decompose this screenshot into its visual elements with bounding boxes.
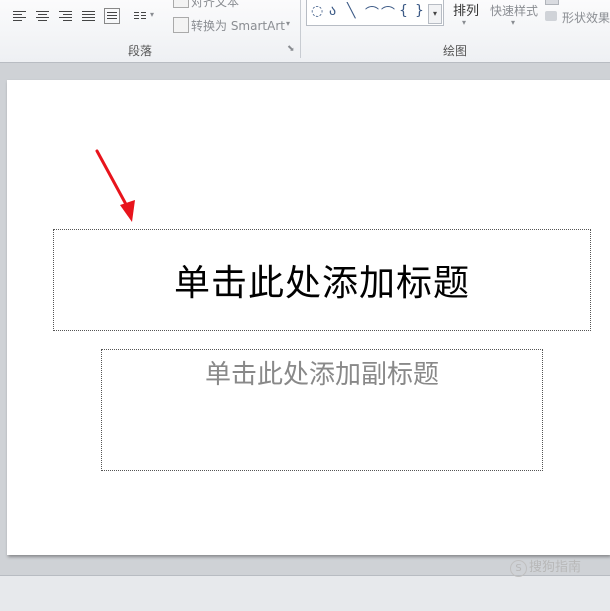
subtitle-placeholder-text: 单击此处添加副标题	[204, 360, 439, 390]
smartart-dropdown-icon[interactable]: ▾	[286, 19, 290, 28]
paragraph-dialog-launcher-icon[interactable]: ⬊	[287, 44, 295, 54]
shape-right-brace-icon[interactable]: }	[415, 3, 424, 19]
paragraph-group-label: 段落	[128, 44, 153, 58]
watermark-text: 搜狗指南	[529, 560, 582, 575]
columns-dropdown-icon[interactable]: ▾	[150, 10, 154, 19]
columns-icon[interactable]	[133, 8, 149, 24]
status-bar	[0, 575, 610, 611]
align-text-icon	[173, 0, 189, 8]
quick-styles-dropdown-icon[interactable]: ▾	[511, 18, 515, 27]
arrange-dropdown-icon[interactable]: ▾	[462, 18, 466, 27]
arrange-button[interactable]: 排列	[453, 0, 479, 19]
shape-line-icon[interactable]: ╲	[347, 3, 355, 19]
shapes-more-icon[interactable]: ▾	[428, 4, 442, 24]
align-center-icon[interactable]	[35, 8, 51, 24]
watermark-logo-icon: S	[510, 560, 527, 577]
subtitle-placeholder[interactable]: 单击此处添加副标题	[101, 349, 543, 471]
watermark: S 搜狗指南	[510, 556, 581, 577]
shape-curve-icon[interactable]: ა	[329, 3, 336, 19]
red-arrow-annotation	[95, 149, 135, 222]
convert-smartart-button[interactable]: 转换为 SmartArt	[191, 17, 285, 34]
shape-outline-icon	[545, 0, 559, 5]
align-left-icon[interactable]	[12, 8, 28, 24]
shape-effects-icon	[545, 11, 557, 21]
shapes-gallery[interactable]: ◌ ა ╲ ⌒ ⌒ { }	[306, 0, 444, 26]
quick-styles-button[interactable]: 快速样式	[490, 2, 538, 19]
distribute-icon[interactable]	[104, 8, 120, 24]
shape-arc2-icon[interactable]: ⌒	[381, 3, 395, 23]
title-placeholder-text: 单击此处添加标题	[173, 263, 470, 304]
align-right-icon[interactable]	[58, 8, 74, 24]
drawing-group-label: 绘图	[443, 44, 468, 58]
shape-arc-icon[interactable]: ⌒	[365, 3, 379, 23]
align-text-button[interactable]: 对齐文本	[191, 0, 239, 10]
title-placeholder[interactable]: 单击此处添加标题	[53, 229, 591, 331]
shape-left-brace-icon[interactable]: {	[399, 3, 408, 19]
smartart-icon	[173, 17, 189, 33]
shape-freeform-icon[interactable]: ◌	[311, 3, 323, 19]
justify-icon[interactable]	[81, 8, 97, 24]
shape-effects-button[interactable]: 形状效果	[562, 9, 610, 26]
group-divider	[300, 0, 301, 58]
ribbon: ▾ 对齐文本 转换为 SmartArt ▾ 段落 ⬊ ◌ ა ╲ ⌒ ⌒ { }…	[0, 0, 610, 63]
